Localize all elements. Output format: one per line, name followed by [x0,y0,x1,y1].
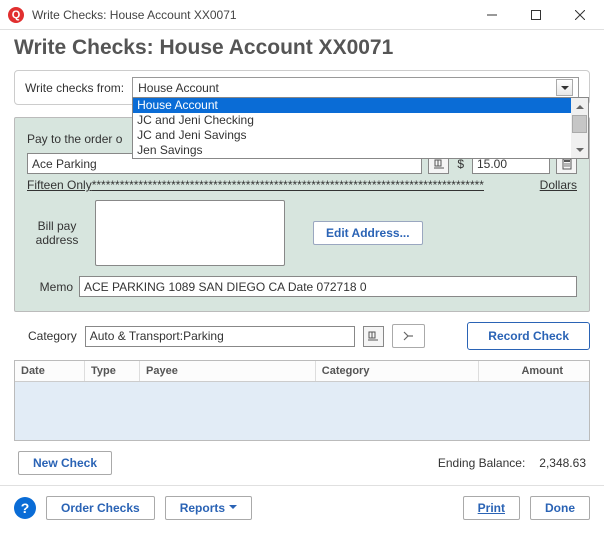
col-category[interactable]: Category [316,361,479,381]
write-from-label: Write checks from: [25,81,124,95]
help-button[interactable]: ? [14,497,36,519]
write-from-dropdown[interactable]: House Account JC and Jeni Checking JC an… [132,97,589,159]
reports-button[interactable]: Reports [165,496,252,520]
dropdown-option[interactable]: JC and Jeni Savings [133,128,571,143]
dropdown-option[interactable]: JC and Jeni Checking [133,113,571,128]
category-label: Category [28,329,77,343]
billpay-label: Bill payaddress [27,219,87,247]
col-date[interactable]: Date [15,361,85,381]
table-body[interactable] [15,382,589,440]
table-header: Date Type Payee Category Amount [15,361,589,382]
write-from-row: Write checks from: House Account House A… [14,70,590,105]
new-check-button[interactable]: New Check [18,451,112,475]
footer-row-1: New Check Ending Balance: 2,348.63 [0,441,604,475]
scroll-up-icon[interactable] [571,98,588,115]
category-row: Category Auto & Transport:Parking Record… [0,312,604,358]
caret-down-icon [229,501,237,516]
print-button[interactable]: Print [463,496,520,520]
pay-to-label: Pay to the order o [27,132,122,146]
dropdown-arrow-icon[interactable] [556,79,573,96]
dropdown-scrollbar[interactable] [571,98,588,158]
window-title: Write Checks: House Account XX0071 [32,8,470,22]
done-button[interactable]: Done [530,496,590,520]
app-logo-icon: Q [8,7,24,23]
page-title: Write Checks: House Account XX0071 [0,30,604,70]
category-field[interactable]: Auto & Transport:Parking [85,326,355,347]
split-button[interactable] [392,324,425,348]
memo-label: Memo [27,280,73,294]
write-from-selected: House Account [138,81,219,95]
register-table: Date Type Payee Category Amount [14,360,590,441]
col-type[interactable]: Type [85,361,140,381]
dropdown-option[interactable]: Jen Savings [133,143,571,158]
ending-balance-value: 2,348.63 [539,456,586,470]
footer-row-2: ? Order Checks Reports Print Done [0,485,604,530]
order-checks-button[interactable]: Order Checks [46,496,155,520]
scroll-down-icon[interactable] [571,141,588,158]
titlebar: Q Write Checks: House Account XX0071 [0,0,604,30]
category-lookup-icon[interactable] [363,326,384,347]
scroll-thumb[interactable] [572,115,587,133]
ending-balance-label: Ending Balance: [438,456,525,470]
col-amount[interactable]: Amount [479,361,569,381]
maximize-button[interactable] [514,1,558,29]
close-button[interactable] [558,1,602,29]
col-payee[interactable]: Payee [140,361,316,381]
memo-field[interactable]: ACE PARKING 1089 SAN DIEGO CA Date 07271… [79,276,577,297]
amount-words: Fifteen Only [27,178,92,192]
write-from-select[interactable]: House Account House Account JC and Jeni … [132,77,579,98]
dropdown-option[interactable]: House Account [133,98,571,113]
billpay-address-field[interactable] [95,200,285,266]
dollars-label: Dollars [540,178,577,192]
minimize-button[interactable] [470,1,514,29]
amount-words-line: Fifteen Only****************************… [27,178,577,192]
col-spacer [569,361,589,381]
edit-address-button[interactable]: Edit Address... [313,221,423,245]
record-check-button[interactable]: Record Check [467,322,590,350]
